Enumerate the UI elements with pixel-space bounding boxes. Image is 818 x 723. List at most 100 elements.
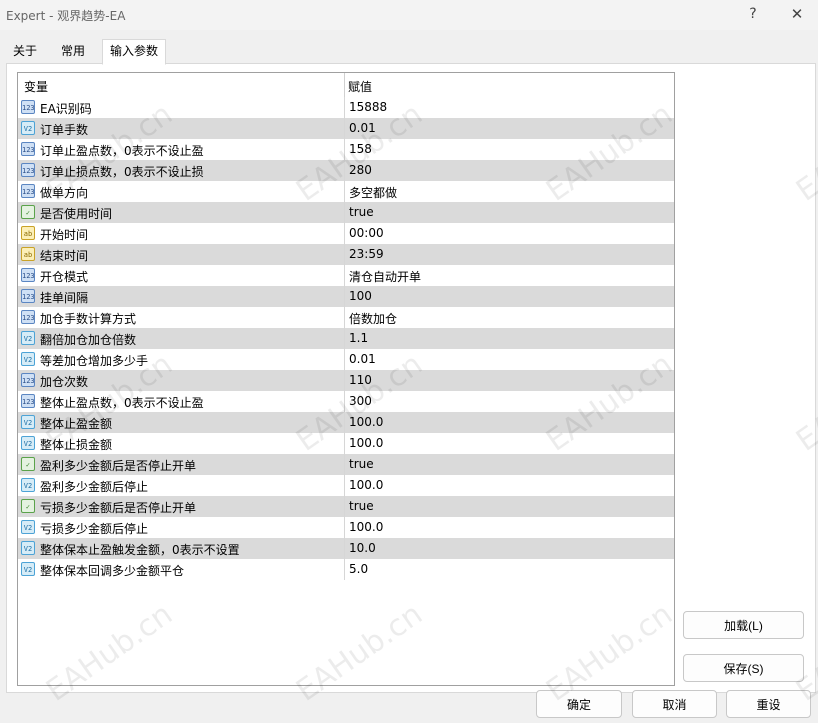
table-row[interactable]: ab 开始时间 00:00	[18, 223, 674, 244]
variable-value[interactable]: 23:59	[349, 247, 384, 261]
variable-value[interactable]: 280	[349, 163, 372, 177]
variable-value[interactable]: 1.1	[349, 331, 368, 345]
cell-divider	[344, 202, 345, 223]
double-type-icon: V2	[21, 436, 35, 450]
table-row[interactable]: 123 加仓手数计算方式 倍数加仓	[18, 307, 674, 328]
variable-name: 整体止损金额	[40, 438, 113, 452]
variable-name: 亏损多少金额后停止	[40, 522, 149, 536]
cancel-button[interactable]: 取消	[632, 690, 717, 718]
table-row[interactable]: 123 做单方向 多空都做	[18, 181, 674, 202]
variable-value[interactable]: 100	[349, 289, 372, 303]
double-type-icon: V2	[21, 478, 35, 492]
variable-value[interactable]: 0.01	[349, 352, 376, 366]
string-type-icon: ab	[21, 226, 35, 240]
cell-divider	[344, 139, 345, 160]
variable-value[interactable]: 158	[349, 142, 372, 156]
table-header: 变量 赋值	[18, 73, 674, 97]
table-row[interactable]: V2 等差加仓增加多少手 0.01	[18, 349, 674, 370]
table-row[interactable]: V2 盈利多少金额后停止 100.0	[18, 475, 674, 496]
variable-name: 盈利多少金额后是否停止开单	[40, 459, 197, 473]
integer-type-icon: 123	[21, 310, 35, 324]
variable-value[interactable]: 15888	[349, 100, 387, 114]
variable-value[interactable]: true	[349, 457, 374, 471]
cell-divider	[344, 265, 345, 286]
variable-value[interactable]: 多空都做	[349, 184, 397, 201]
variable-value[interactable]: 100.0	[349, 415, 383, 429]
tab-common[interactable]: 常用	[52, 39, 94, 64]
variable-value[interactable]: 清仓自动开单	[349, 268, 421, 285]
variable-name: 整体保本回调多少金额平仓	[40, 564, 185, 578]
variable-value[interactable]: 110	[349, 373, 372, 387]
variable-value[interactable]: 10.0	[349, 541, 376, 555]
variable-name: 订单止盈点数，0表示不设止盈	[40, 144, 204, 158]
variable-name: 挂单间隔	[40, 291, 89, 305]
variable-value[interactable]: 0.01	[349, 121, 376, 135]
integer-type-icon: 123	[21, 184, 35, 198]
cell-divider	[344, 370, 345, 391]
double-type-icon: V2	[21, 352, 35, 366]
variable-value[interactable]: true	[349, 205, 374, 219]
help-button[interactable]: ?	[744, 4, 762, 24]
variable-value[interactable]: 300	[349, 394, 372, 408]
variable-value[interactable]: 5.0	[349, 562, 368, 576]
table-row[interactable]: ab 结束时间 23:59	[18, 244, 674, 265]
variable-name: 整体保本止盈触发金额，0表示不设置	[40, 543, 240, 557]
table-row[interactable]: ✓ 盈利多少金额后是否停止开单 true	[18, 454, 674, 475]
variable-name: 整体止盈金额	[40, 417, 113, 431]
column-header-value[interactable]: 赋值	[348, 78, 372, 95]
table-row[interactable]: 123 订单止盈点数，0表示不设止盈 158	[18, 139, 674, 160]
cell-divider	[344, 160, 345, 181]
variable-value[interactable]: true	[349, 499, 374, 513]
table-row[interactable]: V2 整体止盈金额 100.0	[18, 412, 674, 433]
reset-button[interactable]: 重设	[726, 690, 811, 718]
ok-button[interactable]: 确定	[536, 690, 622, 718]
cell-divider	[344, 307, 345, 328]
variable-value[interactable]: 00:00	[349, 226, 384, 240]
integer-type-icon: 123	[21, 394, 35, 408]
variable-name: EA识别码	[40, 102, 92, 116]
tab-about[interactable]: 关于	[6, 39, 44, 64]
table-row[interactable]: V2 翻倍加仓加仓倍数 1.1	[18, 328, 674, 349]
double-type-icon: V2	[21, 121, 35, 135]
variable-value[interactable]: 100.0	[349, 478, 383, 492]
variable-name: 开仓模式	[40, 270, 89, 284]
integer-type-icon: 123	[21, 100, 35, 114]
integer-type-icon: 123	[21, 373, 35, 387]
variable-value[interactable]: 100.0	[349, 436, 383, 450]
table-body: 123 EA识别码 15888 V2 订单手数 0.01 123 订单止盈点数，0表示不设止盈…	[18, 97, 674, 580]
variable-name: 是否使用时间	[40, 207, 113, 221]
cell-divider	[344, 559, 345, 580]
integer-type-icon: 123	[21, 142, 35, 156]
table-row[interactable]: ✓ 亏损多少金额后是否停止开单 true	[18, 496, 674, 517]
table-row[interactable]: ✓ 是否使用时间 true	[18, 202, 674, 223]
variable-value[interactable]: 倍数加仓	[349, 310, 397, 327]
variable-name: 做单方向	[40, 186, 89, 200]
variable-name: 翻倍加仓加仓倍数	[40, 333, 137, 347]
table-row[interactable]: 123 加仓次数 110	[18, 370, 674, 391]
table-row[interactable]: 123 整体止盈点数，0表示不设止盈 300	[18, 391, 674, 412]
variable-name: 亏损多少金额后是否停止开单	[40, 501, 197, 515]
table-row[interactable]: 123 挂单间隔 100	[18, 286, 674, 307]
cell-divider	[344, 244, 345, 265]
variable-name: 加仓手数计算方式	[40, 312, 137, 326]
variable-value[interactable]: 100.0	[349, 520, 383, 534]
column-divider[interactable]	[344, 73, 345, 97]
table-row[interactable]: V2 整体保本回调多少金额平仓 5.0	[18, 559, 674, 580]
table-row[interactable]: 123 开仓模式 清仓自动开单	[18, 265, 674, 286]
cell-divider	[344, 97, 345, 118]
table-row[interactable]: V2 整体止损金额 100.0	[18, 433, 674, 454]
save-button[interactable]: 保存(S)	[683, 654, 804, 682]
table-row[interactable]: V2 整体保本止盈触发金额，0表示不设置 10.0	[18, 538, 674, 559]
close-button[interactable]: ✕	[788, 4, 806, 24]
load-button[interactable]: 加载(L)	[683, 611, 804, 639]
table-row[interactable]: 123 订单止损点数，0表示不设止损 280	[18, 160, 674, 181]
table-row[interactable]: V2 亏损多少金额后停止 100.0	[18, 517, 674, 538]
inputs-table: 变量 赋值 123 EA识别码 15888 V2 订单手数 0.01 123 订单止盈点数，0…	[17, 72, 675, 686]
tab-inputs[interactable]: 输入参数	[102, 39, 166, 65]
table-row[interactable]: 123 EA识别码 15888	[18, 97, 674, 118]
table-row[interactable]: V2 订单手数 0.01	[18, 118, 674, 139]
cell-divider	[344, 328, 345, 349]
cell-divider	[344, 538, 345, 559]
column-header-variable[interactable]: 变量	[24, 78, 48, 95]
title-bar: Expert - 观界趋势-EA ? ✕	[0, 0, 818, 30]
